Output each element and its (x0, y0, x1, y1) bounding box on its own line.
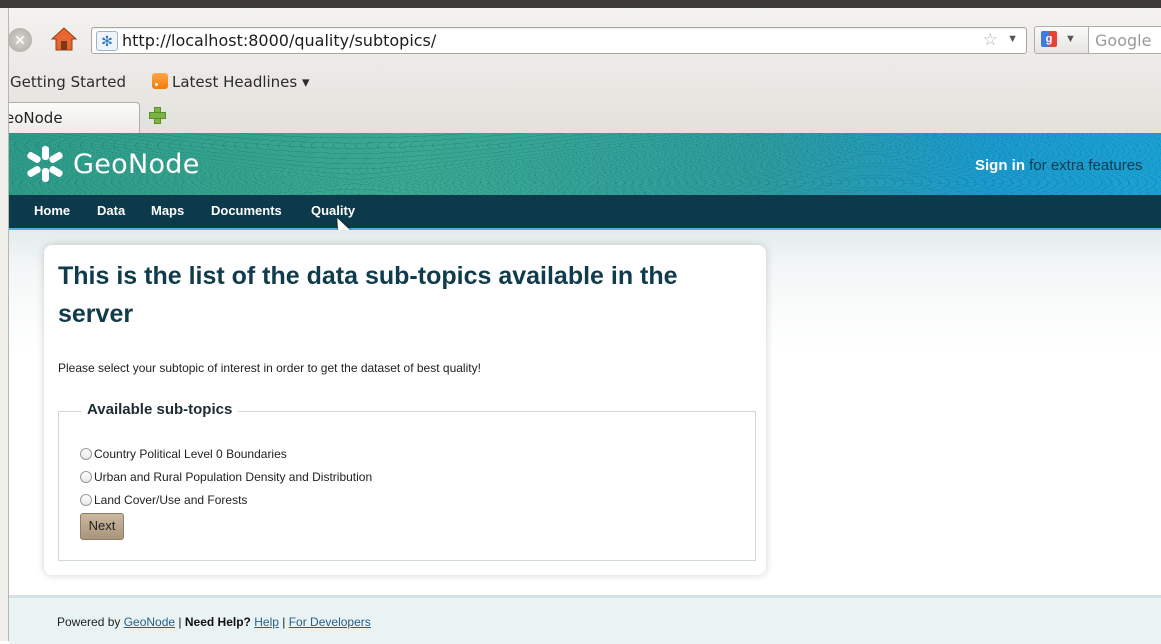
address-bar[interactable]: ✻ http://localhost:8000/quality/subtopic… (91, 27, 1027, 54)
page-title: This is the list of the data sub-topics … (58, 262, 678, 328)
footer-text: Powered by GeoNode | Need Help? Help | F… (57, 615, 371, 629)
logo-text: GeoNode (73, 148, 200, 180)
url-text[interactable]: http://localhost:8000/quality/subtopics/ (122, 31, 436, 50)
nav-data[interactable]: Data (97, 203, 125, 218)
tab-label: eoNode (5, 109, 63, 127)
radio-button[interactable] (80, 448, 92, 460)
home-icon[interactable] (50, 26, 78, 52)
geonode-logo[interactable]: GeoNode (25, 141, 200, 187)
signin-link[interactable]: Sign in (975, 157, 1025, 174)
footer-geonode-link[interactable]: GeoNode (124, 615, 175, 629)
radio-button[interactable] (80, 471, 92, 483)
signin-area: Sign in for extra features (975, 157, 1143, 174)
fieldset-legend: Available sub-topics (81, 401, 239, 418)
footer-developers-link[interactable]: For Developers (289, 615, 371, 629)
stop-icon[interactable]: ✕ (8, 28, 32, 52)
nav-documents[interactable]: Documents (211, 203, 282, 218)
site-header: GeoNode Sign in for extra features (9, 133, 1161, 195)
search-input[interactable]: Google (1088, 26, 1161, 54)
page-footer: Powered by GeoNode | Need Help? Help | F… (9, 595, 1161, 644)
history-dropdown-icon[interactable]: ▼ (1007, 33, 1018, 45)
content-card: This is the list of the data sub-topics … (44, 245, 766, 575)
search-engine-selector[interactable]: g ▼ (1034, 26, 1090, 54)
nav-home[interactable]: Home (34, 203, 70, 218)
bookmark-latest-headlines[interactable]: Latest Headlines ▾ (152, 73, 310, 91)
option-land-cover[interactable]: Land Cover/Use and Forests (80, 491, 247, 509)
tab-geonode[interactable]: eoNode (0, 102, 140, 133)
bookmark-star-icon[interactable]: ☆ (983, 30, 998, 50)
window-left-edge (0, 8, 9, 641)
need-help-label: Need Help? (184, 615, 251, 629)
nav-quality[interactable]: Quality (311, 203, 355, 218)
site-identity-icon[interactable]: ✻ (96, 31, 118, 51)
new-tab-icon[interactable] (148, 106, 166, 124)
bookmark-getting-started[interactable]: Getting Started (0, 73, 126, 92)
main-nav: Home Data Maps Documents Quality (9, 195, 1161, 230)
footer-help-link[interactable]: Help (254, 615, 279, 629)
nav-maps[interactable]: Maps (151, 203, 184, 218)
rss-icon (152, 73, 168, 89)
intro-text: Please select your subtopic of interest … (58, 361, 481, 375)
subtopics-fieldset: Available sub-topics Country Political L… (58, 401, 756, 561)
signin-suffix: for extra features (1025, 157, 1143, 174)
search-placeholder: Google (1095, 31, 1152, 50)
window-top-bar (0, 0, 1161, 8)
option-country-boundaries[interactable]: Country Political Level 0 Boundaries (80, 445, 287, 463)
next-button[interactable]: Next (80, 513, 124, 540)
chevron-down-icon: ▼ (1065, 33, 1076, 45)
geonode-logo-icon (25, 144, 65, 184)
radio-button[interactable] (80, 494, 92, 506)
tab-strip: eoNode (0, 100, 1161, 133)
google-icon: g (1041, 31, 1057, 47)
option-population-density[interactable]: Urban and Rural Population Density and D… (80, 468, 372, 486)
